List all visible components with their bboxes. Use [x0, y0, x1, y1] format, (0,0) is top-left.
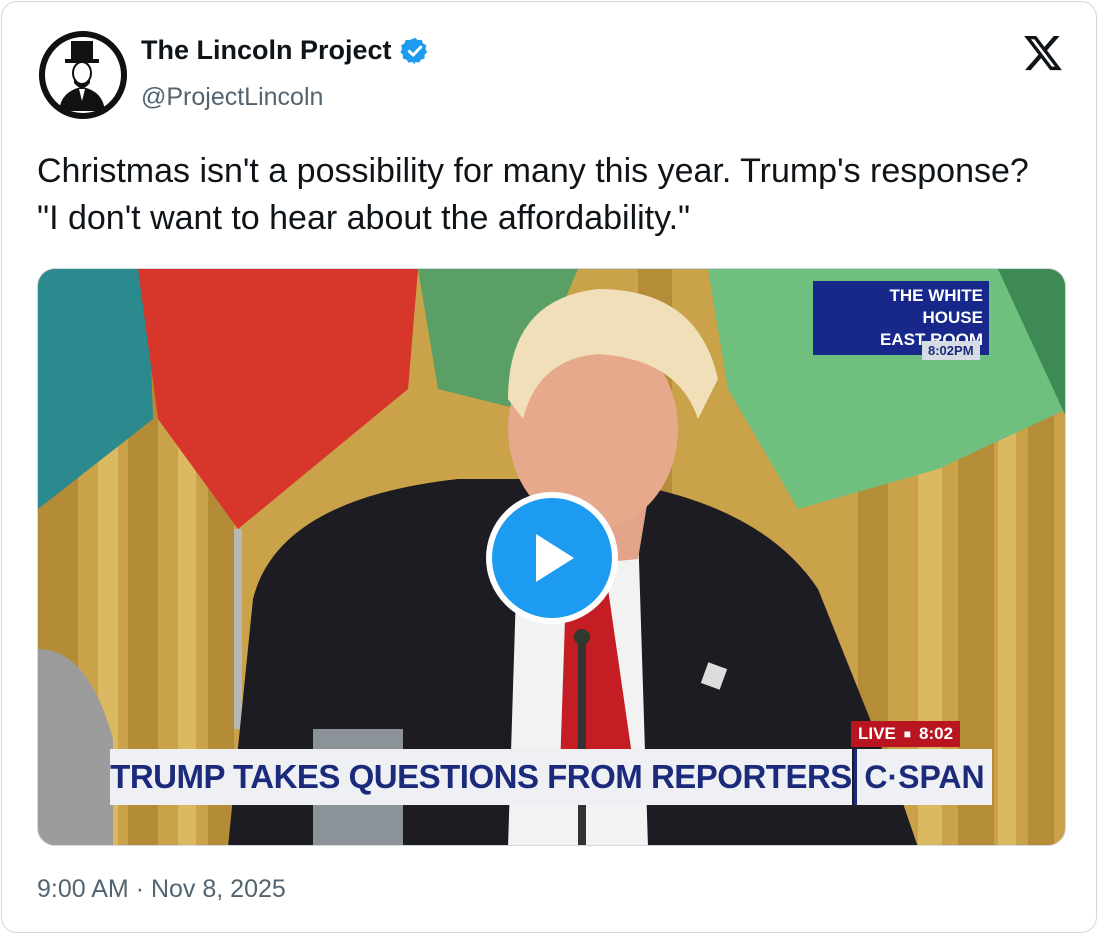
location-line-1: THE WHITE HOUSE — [889, 286, 984, 327]
live-dot-icon: ■ — [903, 727, 912, 741]
tweet-card[interactable]: The Lincoln Project @ProjectLincoln Chri… — [1, 1, 1097, 933]
lincoln-portrait-avatar-icon — [39, 31, 127, 119]
x-logo-icon[interactable] — [1021, 32, 1065, 74]
network-logo: C·SPAN — [854, 749, 992, 805]
location-time: 8:02PM — [922, 341, 980, 360]
verified-badge-icon — [399, 37, 427, 64]
author-display-name[interactable]: The Lincoln Project — [141, 35, 392, 66]
timestamp-separator: · — [135, 875, 145, 903]
live-label: LIVE — [858, 724, 896, 743]
author-handle[interactable]: @ProjectLincoln — [141, 83, 323, 112]
news-chyron: TRUMP TAKES QUESTIONS FROM REPORTERS — [110, 749, 852, 805]
video-player[interactable]: THE WHITE HOUSE EAST ROOM 8:02PM LIVE ■ … — [37, 268, 1066, 846]
live-badge: LIVE ■ 8:02 — [851, 721, 961, 747]
tweet-timestamp[interactable]: 9:00 AM · Nov 8, 2025 — [37, 875, 286, 904]
timestamp-time[interactable]: 9:00 AM — [37, 875, 129, 903]
live-time: 8:02 — [919, 724, 954, 743]
play-button[interactable] — [486, 492, 618, 624]
tweet-text: Christmas isn't a possibility for many t… — [37, 152, 1029, 237]
author-avatar[interactable] — [39, 31, 127, 119]
play-icon — [536, 534, 574, 582]
author-name-row[interactable]: The Lincoln Project — [141, 35, 430, 66]
timestamp-date[interactable]: Nov 8, 2025 — [151, 875, 286, 903]
